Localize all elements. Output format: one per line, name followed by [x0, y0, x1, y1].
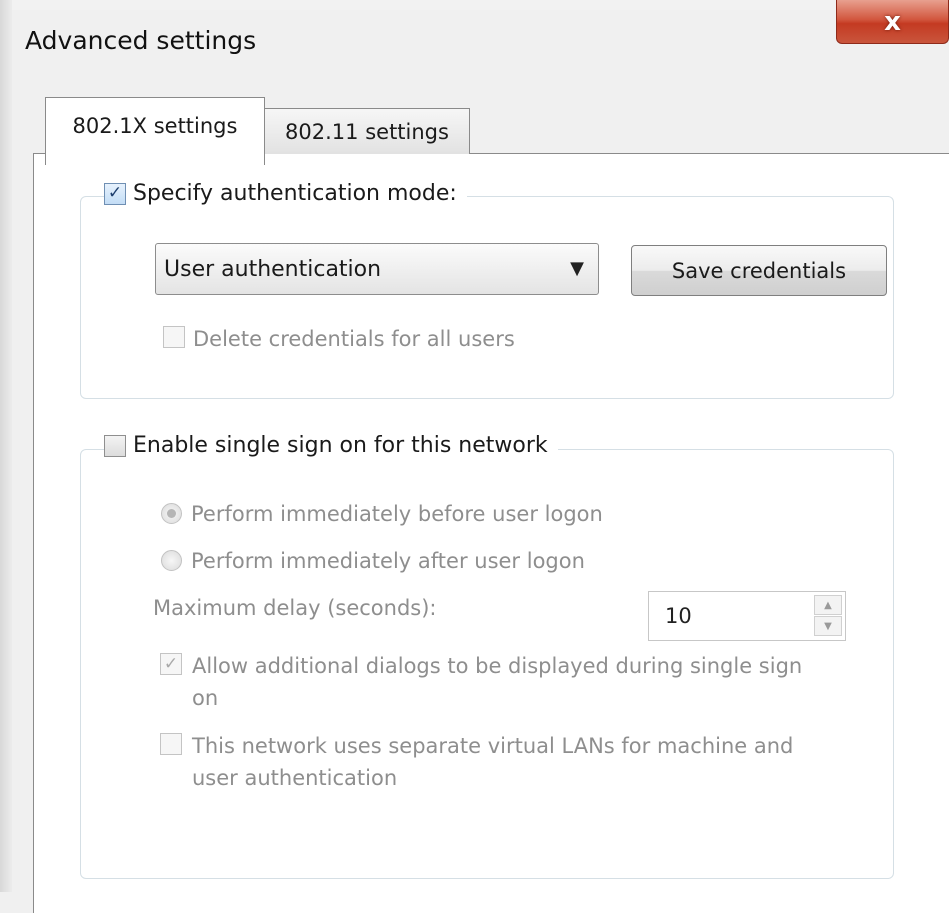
- checkbox-box[interactable]: [160, 733, 182, 755]
- specify-auth-mode-label: Specify authentication mode:: [133, 181, 457, 206]
- save-credentials-label: Save credentials: [671, 258, 847, 283]
- checkbox-box[interactable]: ✓: [104, 182, 126, 205]
- radio-button[interactable]: [161, 550, 182, 571]
- auth-mode-value: User authentication: [164, 256, 382, 282]
- radio-dot-icon: [167, 509, 176, 518]
- radio-before-logon-label: Perform immediately before user logon: [191, 502, 603, 526]
- checkbox-box[interactable]: [163, 326, 185, 348]
- radio-button[interactable]: [161, 503, 182, 524]
- checkmark-icon: ✓: [163, 653, 179, 674]
- radio-before-logon[interactable]: Perform immediately before user logon: [161, 498, 603, 530]
- dialog-title: Advanced settings: [25, 26, 257, 55]
- radio-after-logon-label: Perform immediately after user logon: [191, 549, 585, 573]
- tab-802-11-settings[interactable]: 802.11 settings: [264, 108, 470, 154]
- checkmark-icon: ✓: [107, 183, 123, 203]
- enable-sso-label: Enable single sign on for this network: [133, 433, 548, 458]
- separate-vlans-checkbox[interactable]: This network uses separate virtual LANs …: [160, 730, 820, 794]
- radio-after-logon[interactable]: Perform immediately after user logon: [161, 545, 585, 577]
- specify-auth-mode-checkbox[interactable]: ✓ Specify authentication mode:: [104, 181, 467, 206]
- spin-down-icon[interactable]: ▼: [814, 616, 842, 636]
- auth-mode-select[interactable]: User authentication ▼: [155, 243, 599, 295]
- save-credentials-button[interactable]: Save credentials: [631, 245, 887, 296]
- tab-802-1x-settings[interactable]: 802.1X settings: [45, 97, 265, 165]
- max-delay-label: Maximum delay (seconds):: [153, 596, 437, 620]
- allow-dialogs-label: Allow additional dialogs to be displayed…: [192, 654, 803, 710]
- window-frame-left: [0, 0, 12, 892]
- max-delay-value[interactable]: 10: [665, 604, 692, 628]
- delete-credentials-checkbox[interactable]: Delete credentials for all users: [163, 323, 515, 355]
- allow-dialogs-checkbox[interactable]: ✓ Allow additional dialogs to be display…: [160, 650, 820, 714]
- max-delay-spinner[interactable]: 10 ▲ ▼: [648, 591, 846, 641]
- spin-up-icon[interactable]: ▲: [814, 595, 842, 615]
- delete-credentials-label: Delete credentials for all users: [193, 327, 515, 351]
- checkbox-box[interactable]: ✓: [160, 653, 182, 675]
- chevron-down-icon[interactable]: ▼: [570, 258, 584, 279]
- close-icon: x: [884, 6, 901, 37]
- close-button[interactable]: x: [836, 0, 949, 44]
- window-frame-top: [0, 0, 949, 10]
- auth-mode-group: [80, 196, 894, 399]
- checkbox-box[interactable]: [104, 434, 126, 457]
- tab-label: 802.1X settings: [72, 113, 238, 138]
- tab-label: 802.11 settings: [285, 119, 449, 144]
- separate-vlans-label: This network uses separate virtual LANs …: [192, 734, 794, 790]
- enable-sso-checkbox[interactable]: Enable single sign on for this network: [104, 433, 558, 458]
